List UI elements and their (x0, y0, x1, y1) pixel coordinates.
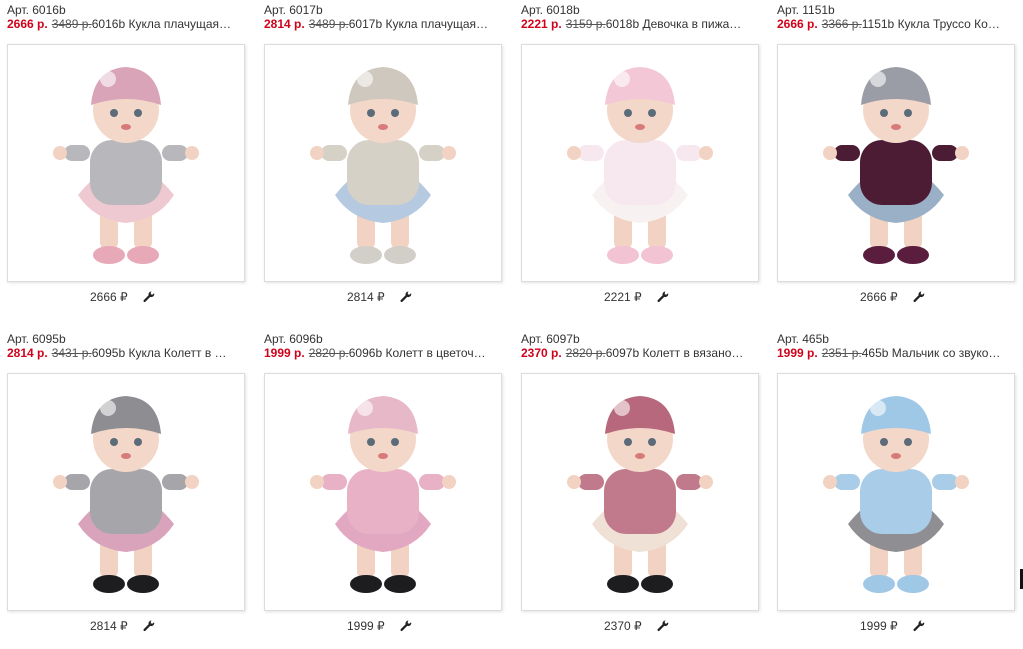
current-price: 2814 р. (264, 17, 305, 31)
product-card[interactable]: Арт. 6095b 2814 р. 3431 р.6095b Кукла Кол… (0, 329, 245, 649)
product-title-line[interactable]: 2370 р. 2820 р.6097b Колетт в вязано… (521, 346, 753, 360)
footer-price: 1999 (859, 618, 887, 633)
footer-price: 2370 (603, 618, 631, 633)
footer-price: 2221 (603, 289, 631, 304)
footer-price: 2814 (346, 289, 374, 304)
currency-symbol: ₽ (120, 289, 128, 304)
price-footer: 1999 ₽ (257, 618, 502, 633)
currency-symbol: ₽ (890, 618, 898, 633)
doll-image (522, 45, 758, 281)
old-price: 3489 р. (51, 17, 92, 31)
product-image[interactable] (777, 44, 1015, 282)
price-footer: 2370 ₽ (514, 618, 759, 633)
footer-price: 1999 (346, 618, 374, 633)
currency-symbol: ₽ (890, 289, 898, 304)
article-number: Арт. 6018b (521, 3, 580, 17)
product-card[interactable]: Арт. 6018b 2221 р. 3159 р.6018b Девочка в… (514, 0, 759, 320)
currency-symbol: ₽ (377, 289, 385, 304)
product-name: 1151b Кукла Труссо Ко… (861, 17, 1000, 31)
product-image[interactable] (521, 373, 759, 611)
product-name: 6016b Кукла плачущая… (91, 17, 232, 31)
doll-image (265, 45, 501, 281)
current-price: 2221 р. (521, 17, 562, 31)
product-title-line[interactable]: 2814 р. 3489 р.6017b Кукла плачущая… (264, 17, 496, 31)
doll-image (8, 374, 244, 610)
article-number: Арт. 1151b (777, 3, 835, 17)
product-card[interactable]: Арт. 6096b 1999 р. 2820 р.6096b Колетт в … (257, 329, 502, 649)
wrench-icon[interactable] (143, 291, 155, 303)
old-price: 3489 р. (308, 17, 349, 31)
footer-price: 2666 (859, 289, 887, 304)
product-name: 6018b Девочка в пижа… (605, 17, 742, 31)
old-price: 3431 р. (51, 346, 92, 360)
old-price: 2351 р. (821, 346, 862, 360)
old-price: 2820 р. (308, 346, 349, 360)
product-grid: Арт. 6016b 2666 р. 3489 р.6016b Кукла пла… (0, 0, 1023, 643)
currency-symbol: ₽ (634, 618, 642, 633)
product-title-line[interactable]: 2666 р. 3366 р.1151b Кукла Труссо Ко… (777, 17, 1009, 31)
old-price: 3366 р. (821, 17, 862, 31)
price-footer: 2814 ₽ (257, 289, 502, 304)
product-card[interactable]: Арт. 6097b 2370 р. 2820 р.6097b Колетт в … (514, 329, 759, 649)
product-image[interactable] (521, 44, 759, 282)
product-card[interactable]: Арт. 6016b 2666 р. 3489 р.6016b Кукла пла… (0, 0, 245, 320)
product-name: 6097b Колетт в вязано… (605, 346, 744, 360)
product-image[interactable] (7, 373, 245, 611)
old-price: 2820 р. (565, 346, 606, 360)
wrench-icon[interactable] (400, 291, 412, 303)
product-name: 6095b Кукла Колетт в … (91, 346, 227, 360)
product-name: 465b Мальчик со звуко… (861, 346, 1001, 360)
product-image[interactable] (777, 373, 1015, 611)
product-title-line[interactable]: 1999 р. 2820 р.6096b Колетт в цветоч… (264, 346, 496, 360)
currency-symbol: ₽ (120, 618, 128, 633)
price-footer: 1999 ₽ (770, 618, 1015, 633)
price-footer: 2666 ₽ (0, 289, 245, 304)
wrench-icon[interactable] (913, 620, 925, 632)
price-footer: 2666 ₽ (770, 289, 1015, 304)
doll-image (778, 45, 1014, 281)
article-number: Арт. 6095b (7, 332, 66, 346)
product-title-line[interactable]: 2666 р. 3489 р.6016b Кукла плачущая… (7, 17, 239, 31)
article-number: Арт. 6096b (264, 332, 323, 346)
product-title-line[interactable]: 1999 р. 2351 р.465b Мальчик со звуко… (777, 346, 1009, 360)
product-card[interactable]: Арт. 6017b 2814 р. 3489 р.6017b Кукла пла… (257, 0, 502, 320)
product-image[interactable] (264, 373, 502, 611)
footer-price: 2814 (89, 618, 117, 633)
product-image[interactable] (7, 44, 245, 282)
product-card[interactable]: Арт. 1151b 2666 р. 3366 р.1151b Кукла Тру… (770, 0, 1015, 320)
current-price: 1999 р. (777, 346, 818, 360)
wrench-icon[interactable] (400, 620, 412, 632)
price-footer: 2221 ₽ (514, 289, 759, 304)
product-title-line[interactable]: 2814 р. 3431 р.6095b Кукла Колетт в … (7, 346, 239, 360)
currency-symbol: ₽ (377, 618, 385, 633)
wrench-icon[interactable] (657, 620, 669, 632)
current-price: 2666 р. (7, 17, 48, 31)
wrench-icon[interactable] (657, 291, 669, 303)
article-number: Арт. 6016b (7, 3, 66, 17)
product-name: 6096b Колетт в цветоч… (348, 346, 486, 360)
wrench-icon[interactable] (143, 620, 155, 632)
doll-image (8, 45, 244, 281)
product-title-line[interactable]: 2221 р. 3159 р.6018b Девочка в пижа… (521, 17, 753, 31)
price-footer: 2814 ₽ (0, 618, 245, 633)
current-price: 2370 р. (521, 346, 562, 360)
article-number: Арт. 6017b (264, 3, 323, 17)
product-image[interactable] (264, 44, 502, 282)
current-price: 2666 р. (777, 17, 818, 31)
current-price: 1999 р. (264, 346, 305, 360)
doll-image (265, 374, 501, 610)
product-card[interactable]: Арт. 465b 1999 р. 2351 р.465b Мальчик со … (770, 329, 1015, 649)
wrench-icon[interactable] (913, 291, 925, 303)
product-name: 6017b Кукла плачущая… (348, 17, 489, 31)
article-number: Арт. 6097b (521, 332, 580, 346)
footer-price: 2666 (89, 289, 117, 304)
doll-image (778, 374, 1014, 610)
old-price: 3159 р. (565, 17, 606, 31)
current-price: 2814 р. (7, 346, 48, 360)
article-number: Арт. 465b (777, 332, 829, 346)
currency-symbol: ₽ (634, 289, 642, 304)
doll-image (522, 374, 758, 610)
